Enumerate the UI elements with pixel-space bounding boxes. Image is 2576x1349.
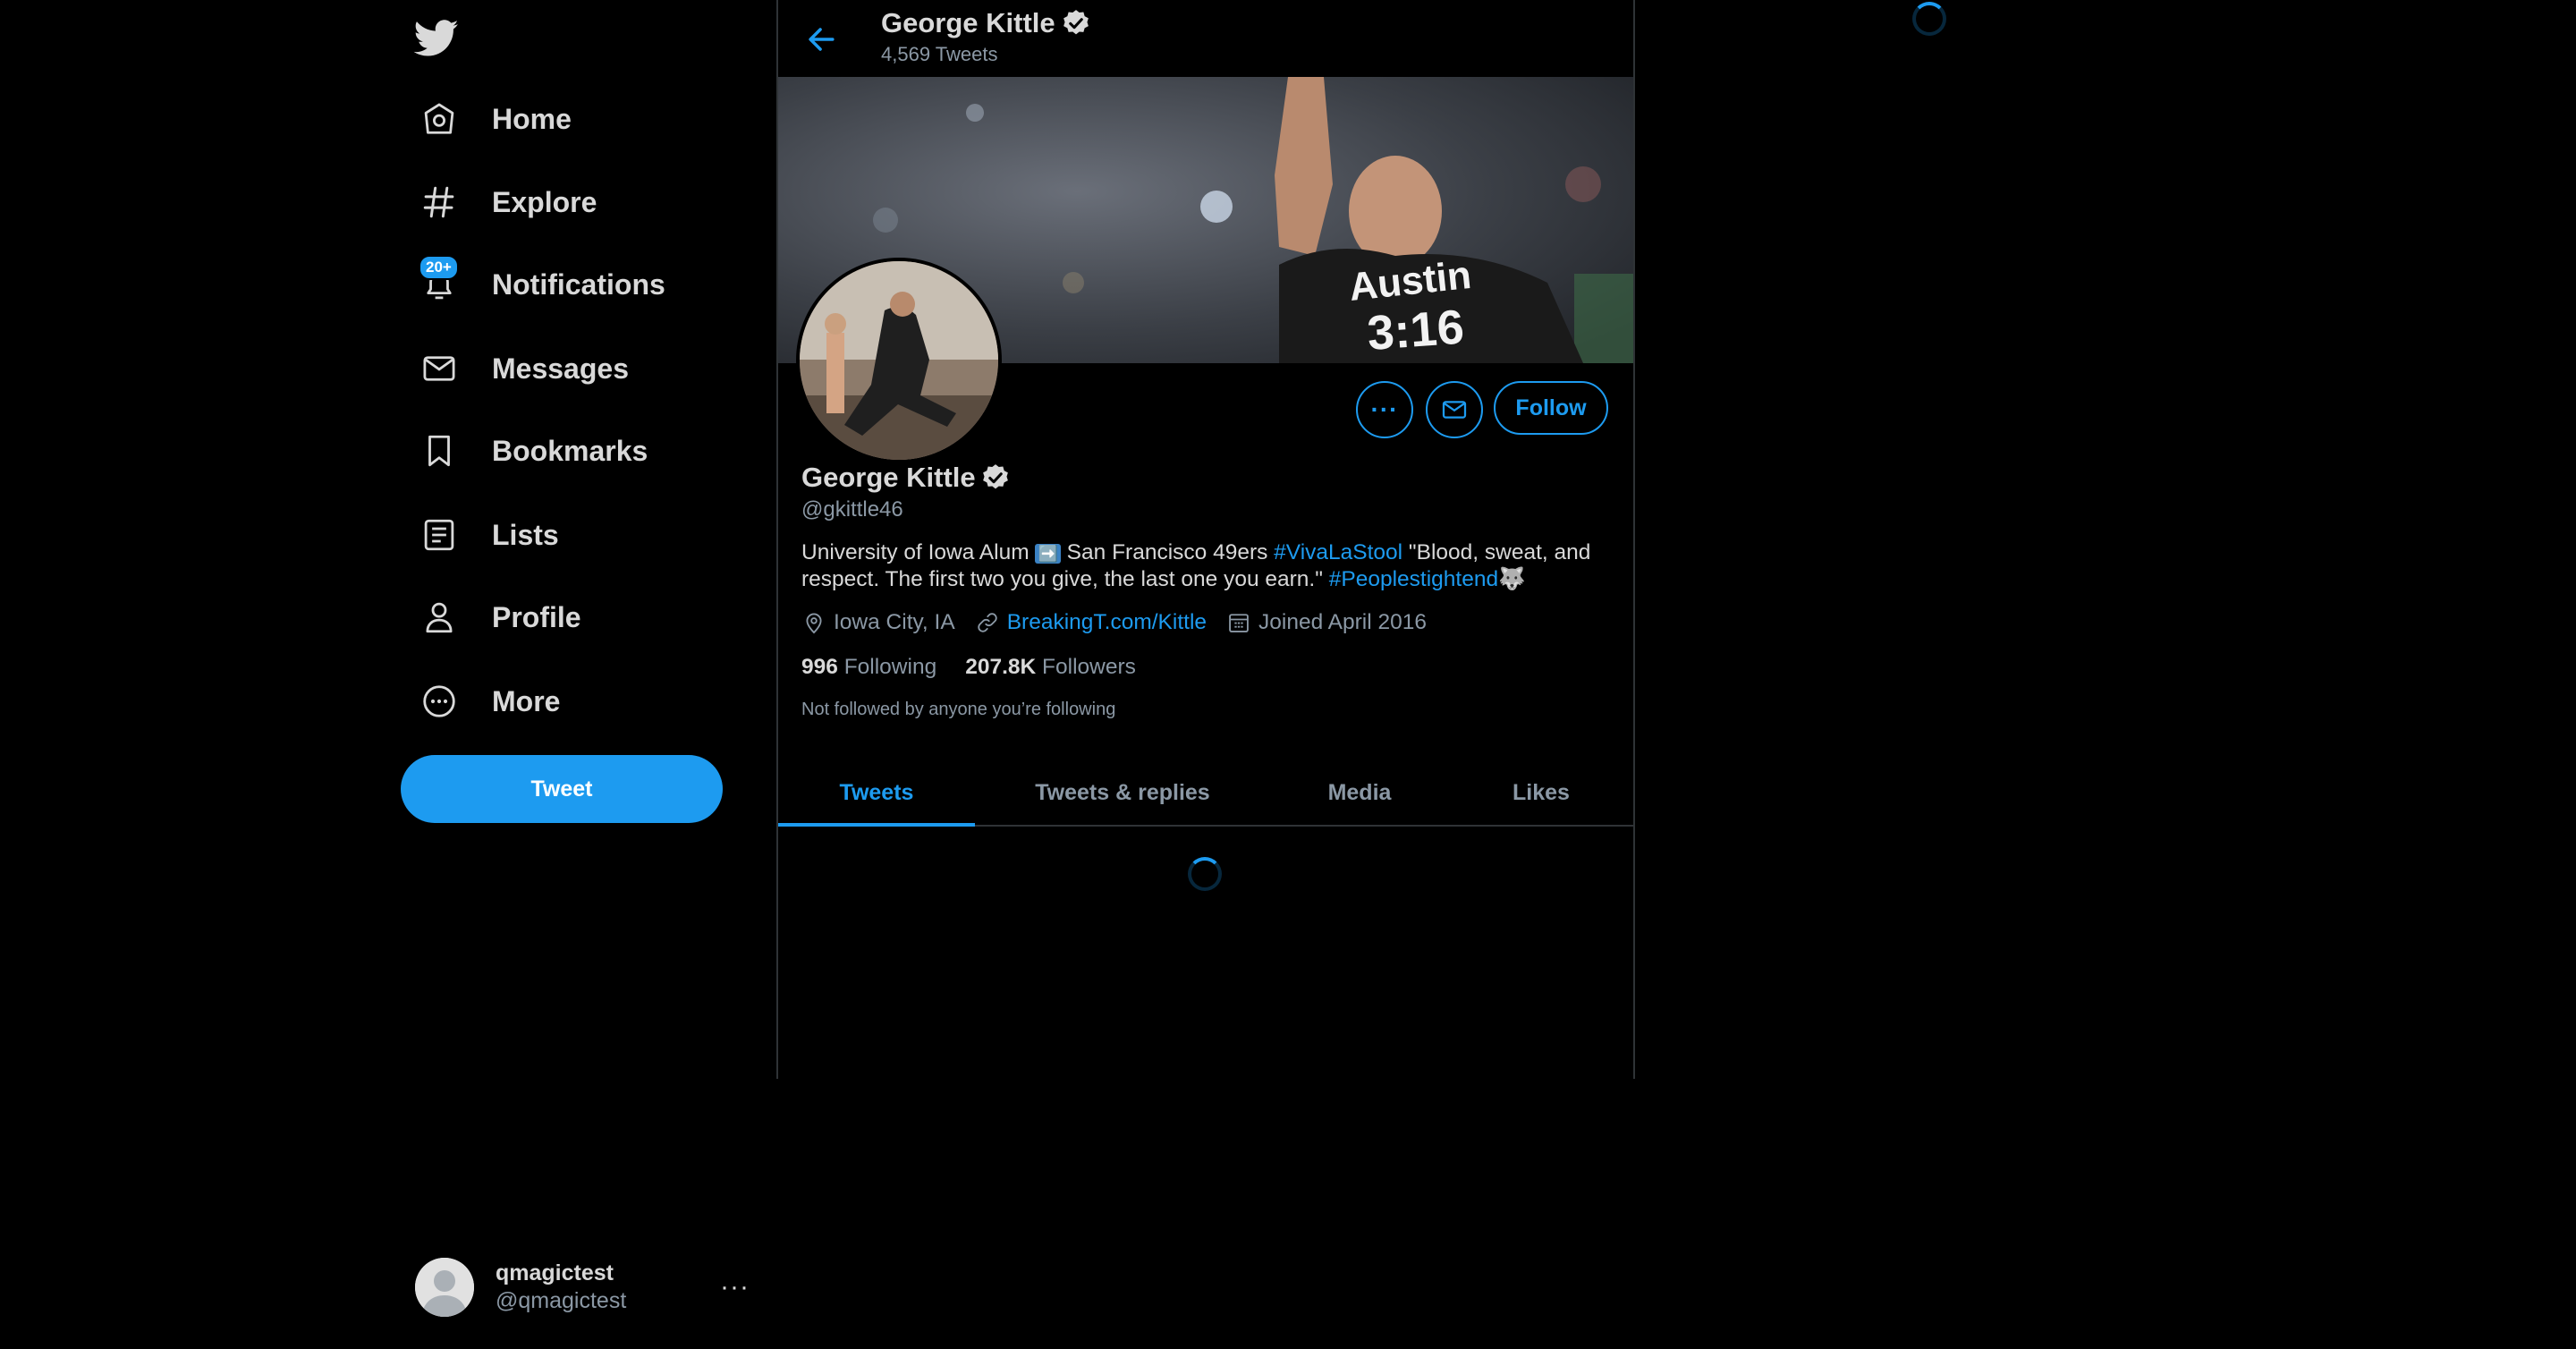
profile-handle: @gkittle46	[801, 497, 903, 522]
nav-profile[interactable]: Profile	[419, 590, 581, 644]
link-icon	[978, 613, 997, 632]
wolf-emoji: 🐺	[1498, 567, 1526, 591]
tab-tweets-replies[interactable]: Tweets & replies	[975, 760, 1270, 825]
profile-website-link[interactable]: BreakingT.com/Kittle	[1007, 610, 1207, 635]
account-switcher[interactable]: qmagictest @qmagictest ···	[415, 1256, 750, 1319]
followers-count: 207.8K	[965, 655, 1037, 679]
nav-home[interactable]: Home	[419, 92, 572, 146]
nav-explore[interactable]: Explore	[419, 175, 597, 229]
nav-bookmarks[interactable]: Bookmarks	[419, 424, 648, 478]
tab-tweets[interactable]: Tweets	[778, 760, 975, 827]
following-link[interactable]: 996 Following	[801, 655, 936, 680]
profile-bio: University of Iowa Alum ➡️ San Francisco…	[801, 539, 1606, 593]
tab-likes[interactable]: Likes	[1449, 760, 1633, 825]
timeline-loading-spinner	[1188, 857, 1222, 891]
following-label: Following	[843, 655, 937, 679]
bio-text-1: University of Iowa Alum	[801, 540, 1036, 564]
account-handle: @qmagictest	[496, 1288, 627, 1313]
hashtag-peoplestightend[interactable]: #Peoplestightend	[1329, 567, 1498, 591]
nav-notifications[interactable]: 20+ Notifications	[419, 255, 665, 311]
home-icon	[419, 98, 460, 140]
profile-name-row: George Kittle	[801, 462, 1011, 494]
envelope-icon	[419, 348, 460, 389]
tweet-button[interactable]: Tweet	[401, 755, 723, 823]
profile-tabs: Tweets Tweets & replies Media Likes	[778, 760, 1633, 827]
followers-link[interactable]: 207.8K Followers	[965, 655, 1136, 680]
verified-badge-icon	[1061, 8, 1091, 38]
more-dots-icon: ···	[1370, 395, 1399, 423]
account-more-icon[interactable]: ···	[720, 1272, 750, 1302]
nav-label-messages: Messages	[492, 352, 629, 385]
profile-avatar[interactable]	[796, 258, 1002, 463]
nav-label-lists: Lists	[492, 518, 559, 551]
nav-lists[interactable]: Lists	[419, 508, 559, 562]
followers-label: Followers	[1042, 655, 1136, 679]
profile-more-button[interactable]: ···	[1356, 381, 1413, 438]
nav-label-bookmarks: Bookmarks	[492, 434, 648, 467]
sidebar-loading-spinner	[1912, 2, 1946, 36]
tab-media[interactable]: Media	[1270, 760, 1449, 825]
bio-text-2: San Francisco 49ers	[1060, 540, 1275, 564]
hashtag-vivalastool[interactable]: #VivaLaStool	[1274, 540, 1402, 564]
profile-stats: 996 Following 207.8K Followers	[801, 655, 1165, 680]
nav-label-more: More	[492, 684, 561, 717]
nav-messages[interactable]: Messages	[419, 342, 629, 395]
person-icon	[419, 597, 460, 638]
profile-location: Iowa City, IA	[834, 610, 955, 634]
column-border-right	[1633, 0, 1635, 1079]
more-circle-icon	[419, 681, 460, 722]
bell-icon: 20+	[419, 255, 460, 305]
nav-label-home: Home	[492, 102, 572, 135]
verified-badge-icon	[980, 462, 1011, 493]
profile-joined: Joined April 2016	[1258, 610, 1427, 634]
profile-meta: Iowa City, IA BreakingT.com/Kittle Joine…	[801, 610, 1446, 635]
account-display-name: qmagictest	[496, 1260, 614, 1285]
bookmark-icon	[419, 430, 460, 471]
not-followed-notice: Not followed by anyone you’re following	[801, 700, 1116, 719]
message-button[interactable]	[1426, 381, 1483, 438]
follow-button[interactable]: Follow	[1494, 381, 1608, 435]
hashtag-icon	[419, 182, 460, 223]
account-avatar	[415, 1258, 474, 1317]
svg-text:3:16: 3:16	[1366, 301, 1466, 361]
header-name: George Kittle	[881, 7, 1055, 38]
nav-label-explore: Explore	[492, 185, 597, 218]
back-arrow-icon[interactable]	[801, 20, 841, 59]
arrow-emoji: ➡️	[1035, 544, 1061, 564]
envelope-icon	[1442, 401, 1467, 419]
header-tweet-count: 4,569 Tweets	[881, 43, 998, 65]
header-title: George Kittle	[881, 7, 1091, 39]
list-icon	[419, 514, 460, 556]
nav-more[interactable]: More	[419, 674, 560, 728]
following-count: 996	[801, 655, 838, 679]
nav-label-notifications: Notifications	[492, 267, 665, 301]
nav-label-profile: Profile	[492, 600, 581, 633]
twitter-logo-icon[interactable]	[413, 20, 460, 57]
notifications-badge: 20+	[419, 255, 459, 280]
calendar-icon	[1229, 614, 1249, 632]
profile-name: George Kittle	[801, 462, 976, 493]
location-pin-icon	[806, 613, 822, 634]
